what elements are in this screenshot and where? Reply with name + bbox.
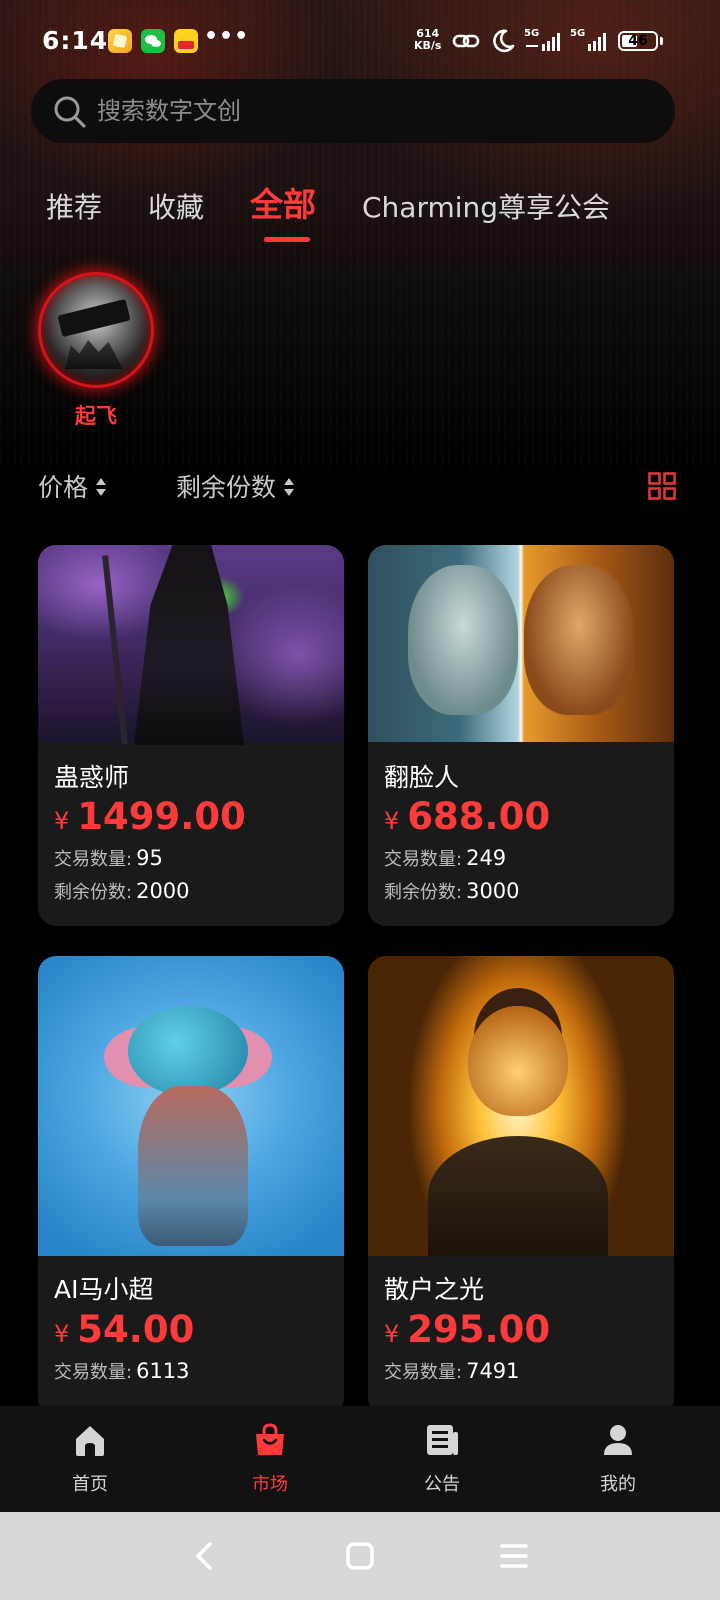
remaining-count-label: 剩余份数: bbox=[54, 882, 133, 903]
product-card[interactable]: AI马小超 ¥54.00 交易数量: 6113 bbox=[38, 956, 344, 1406]
nav-home[interactable]: 首页 bbox=[0, 1406, 180, 1512]
nav-profile[interactable]: 我的 bbox=[528, 1406, 708, 1512]
person-icon bbox=[604, 1425, 632, 1455]
product-image-wizard[interactable] bbox=[38, 545, 344, 742]
nav-announcements[interactable]: 公告 bbox=[352, 1406, 532, 1512]
trade-count: 交易数量: 95 bbox=[54, 845, 163, 871]
product-image-light[interactable] bbox=[368, 956, 674, 1256]
trade-count-label: 交易数量: bbox=[54, 1362, 133, 1383]
product-name: AI马小超 bbox=[54, 1275, 154, 1304]
nav-home-label: 首页 bbox=[72, 1474, 108, 1495]
product-grid: 蛊惑师 ¥1499.00 交易数量: 95 剩余份数: 2000 翻脸人 ¥688.… bbox=[0, 0, 720, 1406]
price-amount: 54.00 bbox=[77, 1308, 195, 1351]
trade-count: 交易数量: 7491 bbox=[384, 1358, 520, 1384]
system-navigation-bar bbox=[0, 1512, 720, 1600]
currency-symbol: ¥ bbox=[384, 1320, 400, 1348]
nav-profile-label: 我的 bbox=[600, 1474, 636, 1495]
trade-count-label: 交易数量: bbox=[384, 1362, 463, 1383]
price-amount: 1499.00 bbox=[77, 795, 246, 838]
nav-market-label: 市场 bbox=[252, 1474, 288, 1495]
remaining-count-value: 2000 bbox=[136, 879, 190, 903]
product-name: 蛊惑师 bbox=[54, 763, 130, 792]
trade-count: 交易数量: 249 bbox=[384, 845, 506, 871]
product-price: ¥54.00 bbox=[54, 1308, 194, 1351]
price-amount: 688.00 bbox=[407, 795, 551, 838]
product-price: ¥688.00 bbox=[384, 795, 550, 838]
product-image-dragon[interactable] bbox=[38, 956, 344, 1256]
price-amount: 295.00 bbox=[407, 1308, 551, 1351]
currency-symbol: ¥ bbox=[384, 807, 400, 835]
product-card[interactable]: 散户之光 ¥295.00 交易数量: 7491 bbox=[368, 956, 674, 1406]
product-name: 散户之光 bbox=[384, 1275, 485, 1304]
recent-apps-icon[interactable] bbox=[494, 1536, 534, 1576]
trade-count-value: 6113 bbox=[136, 1359, 190, 1383]
home-icon bbox=[76, 1426, 104, 1456]
remaining-count: 剩余份数: 3000 bbox=[384, 878, 520, 904]
currency-symbol: ¥ bbox=[54, 1320, 70, 1348]
product-image-faces[interactable] bbox=[368, 545, 674, 742]
nav-market[interactable]: 市场 bbox=[180, 1406, 360, 1512]
remaining-count: 剩余份数: 2000 bbox=[54, 878, 190, 904]
product-price: ¥1499.00 bbox=[54, 795, 246, 838]
trade-count-value: 249 bbox=[466, 846, 507, 870]
home-button-icon[interactable] bbox=[340, 1536, 380, 1576]
trade-count-value: 95 bbox=[136, 846, 163, 870]
news-icon bbox=[427, 1425, 458, 1455]
shopping-bag-icon bbox=[256, 1423, 284, 1455]
remaining-count-value: 3000 bbox=[466, 879, 520, 903]
back-icon[interactable] bbox=[186, 1536, 226, 1576]
currency-symbol: ¥ bbox=[54, 807, 70, 835]
product-name: 翻脸人 bbox=[384, 763, 460, 792]
product-price: ¥295.00 bbox=[384, 1308, 550, 1351]
product-card[interactable]: 翻脸人 ¥688.00 交易数量: 249 剩余份数: 3000 bbox=[368, 545, 674, 926]
trade-count: 交易数量: 6113 bbox=[54, 1358, 190, 1384]
trade-count-label: 交易数量: bbox=[384, 849, 463, 870]
bottom-nav: 首页 市场 公告 我的 bbox=[0, 1406, 720, 1512]
trade-count-label: 交易数量: bbox=[54, 849, 133, 870]
remaining-count-label: 剩余份数: bbox=[384, 882, 463, 903]
product-card[interactable]: 蛊惑师 ¥1499.00 交易数量: 95 剩余份数: 2000 bbox=[38, 545, 344, 926]
nav-announcements-label: 公告 bbox=[424, 1474, 460, 1495]
trade-count-value: 7491 bbox=[466, 1359, 520, 1383]
